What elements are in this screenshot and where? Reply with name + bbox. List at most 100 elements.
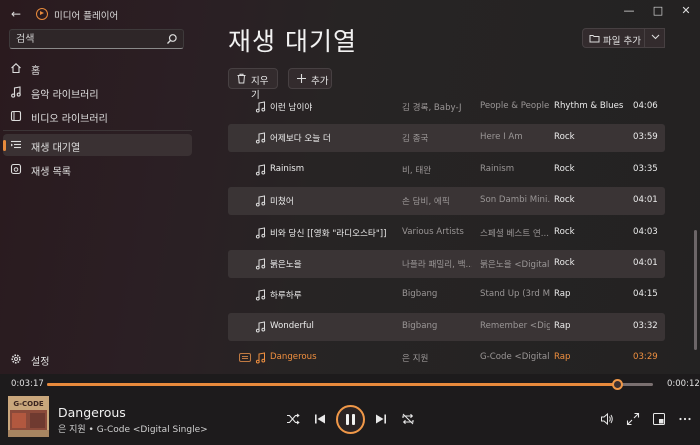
album-art-image: G-CODE (8, 396, 49, 437)
queue-row[interactable]: 비와 당신 [[영화 "라디오스타"]] Various Artists 스페셜 베… (228, 219, 665, 247)
sidebar-item-playlists[interactable]: 재생 목록 (3, 158, 192, 180)
track-duration: 04:01 (633, 258, 658, 268)
pause-icon (346, 414, 355, 425)
sidebar-item-label: 재생 대기열 (31, 143, 81, 154)
track-album: 스페셜 베스트 연... (480, 228, 550, 239)
track-title: Wonderful (270, 320, 314, 331)
video-icon (10, 110, 22, 122)
seek-bar[interactable] (47, 379, 653, 390)
mini-player-icon (653, 413, 665, 425)
search-input[interactable] (10, 30, 160, 48)
track-album: Son Dambi Mini... (480, 195, 550, 206)
track-genre: Rap (554, 352, 571, 363)
sidebar-divider (3, 130, 192, 131)
track-genre: Rock (554, 258, 575, 268)
track-artist: Bigbang (402, 320, 438, 331)
queue-row[interactable]: 하루하루 Bigbang Stand Up (3rd Mi... Rap 04:15 (228, 281, 665, 309)
track-artist: 김 종국 (402, 134, 429, 145)
music-note-icon (255, 195, 266, 207)
add-file-dropdown[interactable] (644, 28, 665, 48)
track-duration: 04:06 (633, 101, 658, 111)
queue-list: 이런 남이야 김 경록, Baby-J People & People Rhythm … (228, 94, 665, 374)
track-artist: Bigbang (402, 289, 438, 300)
more-icon (679, 417, 691, 421)
track-duration: 04:03 (633, 226, 658, 237)
album-art-text: G-CODE (13, 400, 44, 408)
sidebar-item-video-library[interactable]: 비디오 라이브러리 (3, 105, 192, 127)
mini-player-button[interactable] (648, 408, 670, 430)
track-title: 비와 당신 [[영화 "라디오스타"]] (270, 228, 387, 239)
track-genre: Rock (554, 132, 575, 143)
remaining-time: 0:00:12 (667, 379, 700, 389)
sidebar-item-home[interactable]: 홈 (3, 57, 192, 79)
track-album: Stand Up (3rd Mi... (480, 289, 550, 300)
scrollbar-thumb[interactable] (694, 230, 697, 350)
sidebar-item-music-library[interactable]: 음악 라이브러리 (3, 81, 192, 103)
add-button[interactable]: 추가 (288, 68, 332, 89)
track-artist: 김 경록, Baby-J (402, 103, 462, 113)
window-title: 미디어 플레이어 (54, 11, 119, 22)
folder-icon (589, 35, 600, 43)
now-playing-subtitle: 은 지원 • G-Code <Digital Single> (58, 425, 208, 435)
track-duration: 03:29 (633, 352, 658, 363)
track-album: People & People (480, 101, 550, 111)
pause-button[interactable] (336, 405, 365, 434)
track-artist: 손 담비, 에픽 (402, 197, 450, 208)
fullscreen-icon (626, 412, 640, 426)
seek-bar-thumb[interactable] (611, 379, 623, 390)
home-icon (11, 63, 21, 74)
playlist-icon (10, 163, 22, 175)
volume-icon (601, 412, 613, 426)
track-duration: 03:35 (633, 163, 658, 174)
back-arrow-icon[interactable]: ← (9, 6, 23, 22)
shuffle-button[interactable] (282, 408, 304, 430)
music-note-icon (255, 101, 266, 113)
seek-bar-fill (47, 383, 617, 386)
now-playing-title: Dangerous (58, 405, 126, 420)
track-duration: 04:15 (633, 289, 658, 300)
sidebar-item-label: 음악 라이브러리 (31, 90, 99, 101)
page-title: 재생 대기열 (228, 27, 357, 56)
shuffle-icon (287, 413, 300, 425)
queue-row[interactable]: 어제보다 오늘 더 김 종국 Here I Am Rock 03:59 (228, 124, 665, 153)
track-title: Rainism (270, 163, 305, 174)
search-box (9, 29, 184, 49)
queue-row[interactable]: 미쳤어 손 담비, 에픽 Son Dambi Mini... Rock 04:01 (228, 187, 665, 216)
track-artist: 은 지원 (402, 354, 429, 365)
track-genre: Rap (554, 289, 571, 300)
track-artist: 비, 태완 (402, 165, 432, 176)
queue-row[interactable]: Wonderful Bigbang Remember <Digital... Rap 0… (228, 312, 665, 341)
sidebar-item-settings[interactable]: 설정 (3, 348, 192, 370)
queue-row[interactable]: 붉은노을 나플라 패밀리, 백... 붉은노을 <Digital... Rock 04:… (228, 250, 665, 278)
now-playing-indicator-icon (239, 353, 251, 363)
track-title: 붉은노을 (270, 260, 302, 270)
track-genre: Rock (554, 163, 575, 174)
media-player-window: ← 미디어 플레이어 — □ ✕ 홈 음악 라이브러리 비디오 라이브러리 (0, 0, 700, 445)
main-panel: 재생 대기열 파일 추가 지우기 추가 이런 남이야 김 경록, Baby-J Pe… (195, 0, 700, 374)
add-label: 추가 (311, 76, 329, 87)
search-icon[interactable] (166, 33, 178, 45)
clear-button[interactable]: 지우기 (228, 68, 278, 101)
repeat-button[interactable] (397, 408, 419, 430)
next-icon (376, 414, 386, 424)
previous-icon (315, 414, 325, 424)
previous-button[interactable] (309, 408, 331, 430)
elapsed-time: 0:03:17 (11, 379, 44, 389)
next-button[interactable] (370, 408, 392, 430)
queue-row[interactable]: 이런 남이야 김 경록, Baby-J People & People Rhythm … (228, 94, 665, 121)
volume-button[interactable] (596, 408, 618, 430)
music-note-icon (255, 352, 266, 364)
more-options-button[interactable] (674, 408, 696, 430)
track-genre: Rhythm & Blues (554, 101, 624, 111)
scrollbar[interactable] (694, 60, 697, 365)
queue-row[interactable]: Rainism 비, 태완 Rainism Rock 03:35 (228, 156, 665, 184)
music-note-icon (11, 86, 21, 98)
album-art[interactable]: G-CODE (8, 396, 49, 437)
queue-row[interactable]: Dangerous 은 지원 G-Code <Digital... Rap 03:29 (228, 344, 665, 372)
track-genre: Rock (554, 195, 575, 206)
fullscreen-button[interactable] (622, 408, 644, 430)
player-bar: 0:03:17 0:00:12 G-CODE Dangerous 은 지원 • … (0, 374, 700, 445)
track-album: 붉은노을 <Digital... (480, 260, 550, 270)
sidebar-item-play-queue[interactable]: 재생 대기열 (3, 134, 192, 156)
track-title: 하루하루 (270, 291, 302, 302)
